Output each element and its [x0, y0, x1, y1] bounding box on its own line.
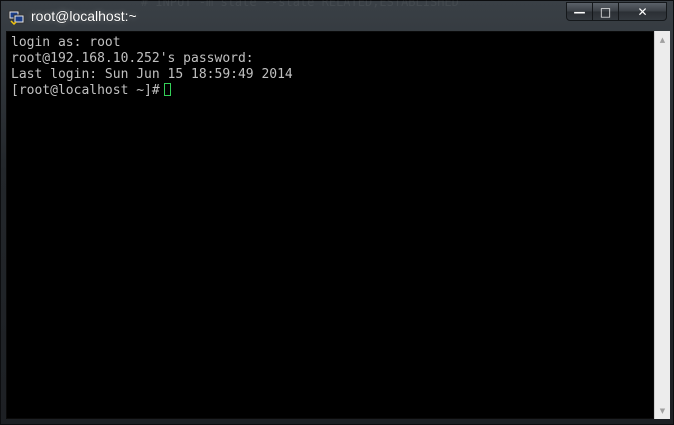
terminal-screen[interactable]: login as: root root@192.168.10.252's pas…: [6, 31, 654, 419]
terminal-line: login as: root: [11, 35, 121, 50]
putty-icon[interactable]: [8, 8, 25, 25]
window-title: root@localhost:~: [31, 8, 137, 24]
minimize-icon: —: [573, 4, 586, 19]
text-cursor: [163, 83, 171, 96]
terminal-window: # INPUT -m state --state RELATED,ESTABLI…: [0, 0, 674, 425]
window-controls: — □ ✕: [566, 2, 670, 22]
title-bar[interactable]: # INPUT -m state --state RELATED,ESTABLI…: [1, 0, 673, 31]
prompt-line: [root@localhost ~]#: [11, 83, 653, 99]
close-icon: ✕: [637, 4, 648, 19]
terminal-line: Last login: Sun Jun 15 18:59:49 2014: [11, 67, 293, 82]
vertical-scrollbar[interactable]: ▲ ▼: [654, 31, 670, 419]
shell-prompt: [root@localhost ~]#: [11, 83, 160, 98]
scroll-up-arrow-icon[interactable]: ▲: [655, 32, 670, 47]
maximize-button[interactable]: □: [593, 2, 619, 21]
terminal-line: root@192.168.10.252's password:: [11, 51, 254, 66]
minimize-button[interactable]: —: [566, 2, 593, 21]
close-button[interactable]: ✕: [619, 2, 667, 21]
maximize-icon: □: [599, 4, 612, 19]
title-bar-background-text: # INPUT -m state --state RELATED,ESTABLI…: [141, 0, 459, 9]
scroll-down-arrow-icon[interactable]: ▼: [655, 403, 670, 418]
